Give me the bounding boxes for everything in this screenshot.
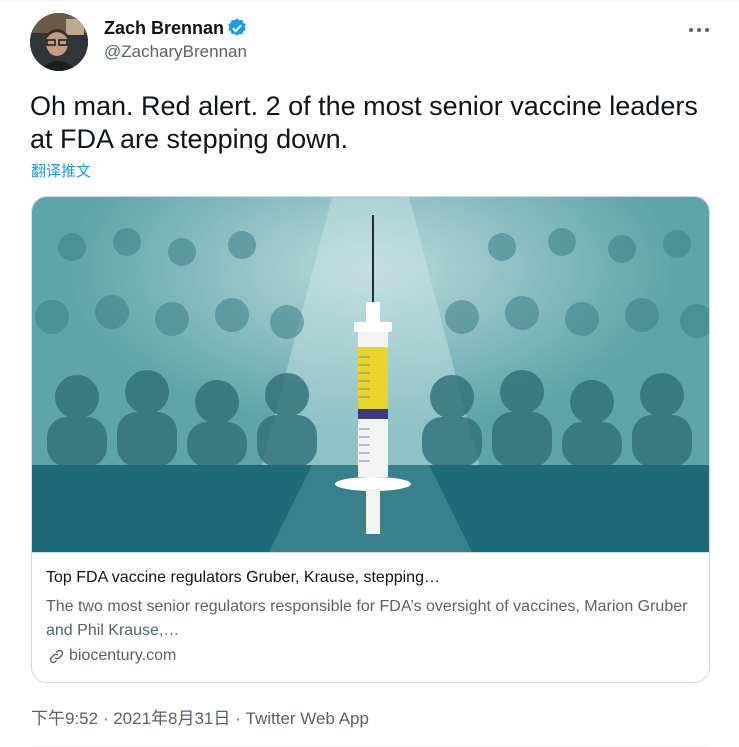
card-domain-text: biocentury.com <box>69 647 177 664</box>
card-title[interactable]: Top FDA vaccine regulators Gruber, Kraus… <box>46 569 440 587</box>
tweet-meta: 下午9:52 · 2021年8月31日 · Twitter Web App <box>31 704 369 729</box>
tweet-date[interactable]: 2021年8月31日 <box>113 709 230 728</box>
link-card[interactable]: Top FDA vaccine regulators Gruber, Kraus… <box>31 196 710 683</box>
bottom-divider <box>31 745 709 746</box>
more-options-icon[interactable] <box>688 26 710 34</box>
top-divider <box>0 0 739 1</box>
meta-separator: · <box>98 709 114 728</box>
card-description: The two most senior regulators responsib… <box>46 598 688 639</box>
card-image <box>32 197 709 552</box>
avatar[interactable] <box>30 13 88 71</box>
card-domain[interactable]: biocentury.com <box>48 647 176 665</box>
card-divider <box>32 552 709 553</box>
tweet-text: Oh man. Red alert. 2 of the most senior … <box>30 91 698 154</box>
link-icon <box>49 649 64 663</box>
handle[interactable]: @ZacharyBrennan <box>104 42 247 62</box>
translate-tweet-link[interactable]: 翻译推文 <box>31 160 91 181</box>
tweet-source[interactable]: Twitter Web App <box>246 709 369 728</box>
display-name[interactable]: Zach Brennan <box>104 18 224 39</box>
verified-badge-icon <box>228 18 246 36</box>
meta-separator: · <box>230 709 246 728</box>
tweet-time[interactable]: 下午9:52 <box>31 709 98 728</box>
